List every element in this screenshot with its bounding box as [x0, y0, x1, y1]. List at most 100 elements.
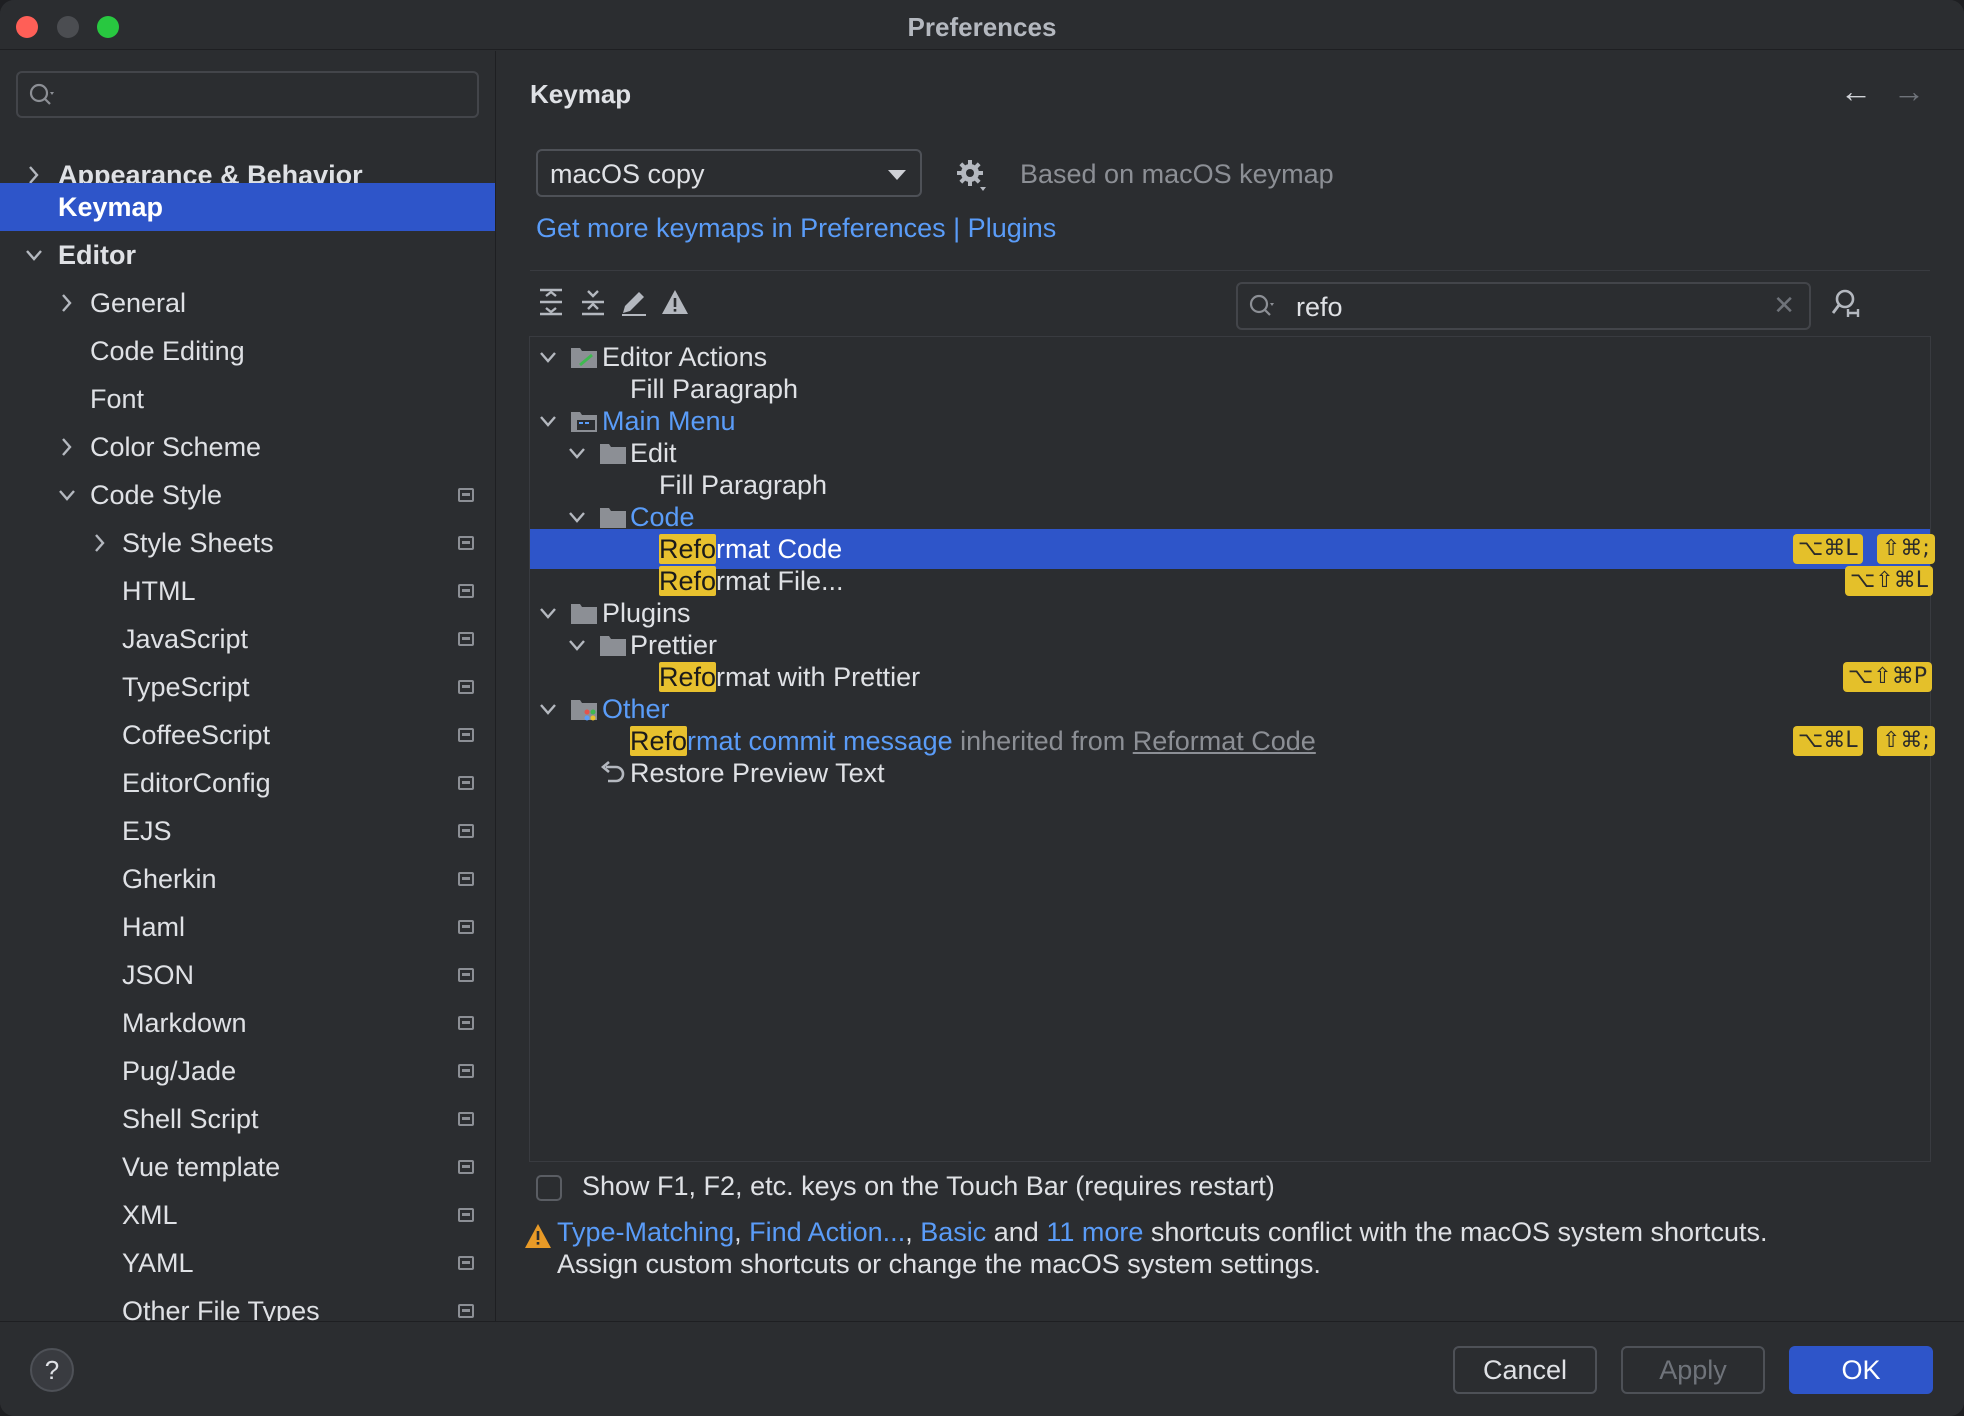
conflict-link-find-action[interactable]: Find Action...: [749, 1217, 905, 1247]
shortcut-badge: ⇧⌘;: [1877, 726, 1935, 756]
find-by-shortcut-icon[interactable]: [1830, 287, 1862, 319]
help-button[interactable]: ?: [30, 1348, 74, 1392]
ok-button[interactable]: OK: [1789, 1346, 1933, 1394]
project-settings-icon: [458, 1016, 474, 1030]
sidebar-item-color-scheme[interactable]: Color Scheme: [0, 423, 495, 471]
sidebar-item-label: Markdown: [122, 1008, 247, 1038]
project-settings-icon: [458, 1304, 474, 1318]
sidebar-item-editor[interactable]: Editor: [0, 231, 495, 279]
back-arrow-icon[interactable]: ←: [1840, 73, 1872, 110]
shortcut-badge: ⌥⇧⌘P: [1843, 662, 1933, 692]
project-settings-icon: [458, 1064, 474, 1078]
sidebar-item-general[interactable]: General: [0, 279, 495, 327]
chevron-right-icon: [62, 438, 72, 456]
keymap-select[interactable]: macOS copy: [536, 149, 922, 197]
sidebar-item-label: Color Scheme: [90, 432, 262, 462]
sidebar-item-keymap[interactable]: Keymap: [0, 183, 495, 231]
sidebar-item-yaml[interactable]: YAML: [0, 1239, 495, 1287]
collapse-all-icon[interactable]: [578, 287, 608, 317]
dialog-footer: ? Cancel Apply OK: [0, 1321, 1964, 1416]
sidebar-item-json[interactable]: JSON: [0, 951, 495, 999]
search-icon: [1249, 294, 1274, 316]
folder-icon: [571, 604, 597, 624]
shortcut-badge: ⇧⌘;: [1877, 534, 1935, 564]
expand-all-icon[interactable]: [536, 287, 566, 317]
sidebar-item-label: Keymap: [58, 192, 164, 222]
main-menu-folder-icon: [571, 412, 597, 432]
chevron-down-icon: [26, 250, 42, 261]
sidebar-item-label: Code Style: [90, 480, 223, 510]
page-title: Keymap: [530, 79, 632, 109]
project-settings-icon: [458, 968, 474, 982]
project-settings-icon: [458, 632, 474, 646]
sidebar-item-html[interactable]: HTML: [0, 567, 495, 615]
sidebar-item-label: HTML: [122, 576, 196, 606]
sidebar-item-xml[interactable]: XML: [0, 1191, 495, 1239]
conflicts-warning-icon[interactable]: [660, 287, 690, 317]
sidebar-item-code-style[interactable]: Code Style: [0, 471, 495, 519]
project-settings-icon: [458, 728, 474, 742]
edit-shortcut-icon[interactable]: [619, 287, 649, 317]
sidebar-item-gherkin[interactable]: Gherkin: [0, 855, 495, 903]
sidebar-item-vue-template[interactable]: Vue template: [0, 1143, 495, 1191]
sidebar-item-coffeescript[interactable]: CoffeeScript: [0, 711, 495, 759]
project-settings-icon: [458, 824, 474, 838]
warning-icon: [525, 1224, 551, 1248]
shortcut-badge: ⌥⌘L: [1793, 726, 1863, 756]
tree-row-label: Restore Preview Text: [630, 758, 885, 788]
get-more-keymaps-link[interactable]: Get more keymaps in Preferences | Plugin…: [536, 213, 1056, 244]
sidebar-item-other-file-types[interactable]: Other File Types: [0, 1287, 495, 1321]
project-settings-icon: [458, 680, 474, 694]
warning-line-1: Type-Matching, Find Action..., Basic and…: [557, 1217, 1768, 1247]
sidebar-item-label: Code Editing: [90, 336, 245, 366]
conflict-link-type-matching[interactable]: Type-Matching: [557, 1217, 734, 1247]
sidebar-item-label: Other File Types: [122, 1296, 320, 1321]
sidebar-item-label: Pug/Jade: [122, 1056, 237, 1086]
project-settings-icon: [458, 920, 474, 934]
sidebar-item-shell-script[interactable]: Shell Script: [0, 1095, 495, 1143]
touchbar-checkbox[interactable]: [536, 1175, 562, 1201]
gear-icon[interactable]: [954, 157, 990, 193]
search-match-highlight: Refo: [659, 534, 717, 564]
touchbar-label: Show F1, F2, etc. keys on the Touch Bar …: [582, 1171, 1275, 1201]
sidebar-item-label: General: [90, 288, 187, 318]
project-settings-icon: [458, 1256, 474, 1270]
sidebar-item-label: Editor: [58, 240, 136, 270]
sidebar-item-pug-jade[interactable]: Pug/Jade: [0, 1047, 495, 1095]
shortcut-badge: ⌥⌘L: [1793, 534, 1863, 564]
search-match-highlight: Refo: [659, 662, 717, 692]
cancel-button[interactable]: Cancel: [1453, 1346, 1597, 1394]
sidebar-search-input[interactable]: [16, 71, 479, 118]
project-settings-icon: [458, 1160, 474, 1174]
keymap-panel: Keymap ← → macOS copy Based on macOS key…: [497, 51, 1964, 1321]
sidebar-item-markdown[interactable]: Markdown: [0, 999, 495, 1047]
sidebar-item-typescript[interactable]: TypeScript: [0, 663, 495, 711]
project-settings-icon: [458, 872, 474, 886]
conflict-link-basic[interactable]: Basic: [920, 1217, 986, 1247]
search-match-highlight: Refo: [659, 566, 717, 596]
clear-search-icon[interactable]: ✕: [1773, 290, 1795, 321]
inherited-source-link[interactable]: Reformat Code: [1133, 726, 1316, 756]
forward-arrow-icon[interactable]: →: [1893, 73, 1925, 110]
project-settings-icon: [458, 1208, 474, 1222]
tree-row-restore-preview-text[interactable]: Restore Preview Text: [530, 753, 1930, 793]
sidebar-item-font[interactable]: Font: [0, 375, 495, 423]
chevron-right-icon: [95, 534, 105, 552]
sidebar-item-editorconfig[interactable]: EditorConfig: [0, 759, 495, 807]
sidebar-item-label: TypeScript: [122, 672, 250, 702]
chevron-right-icon: [62, 294, 72, 312]
other-folder-icon: [571, 700, 597, 721]
sidebar-item-javascript[interactable]: JavaScript: [0, 615, 495, 663]
sidebar-item-label: Vue template: [122, 1152, 281, 1182]
sidebar-item-style-sheets[interactable]: Style Sheets: [0, 519, 495, 567]
editor-actions-folder-icon: [571, 348, 597, 368]
preferences-window: Preferences Appearance & Behavior Keymap…: [0, 0, 1964, 1416]
folder-icon: [600, 508, 626, 528]
sidebar-item-haml[interactable]: Haml: [0, 903, 495, 951]
apply-button[interactable]: Apply: [1621, 1346, 1765, 1394]
action-search-input[interactable]: refo ✕: [1236, 282, 1811, 330]
keymap-actions-tree: Editor Actions Fill Paragraph Main Menu …: [529, 336, 1935, 1162]
sidebar-item-ejs[interactable]: EJS: [0, 807, 495, 855]
sidebar-item-code-editing[interactable]: Code Editing: [0, 327, 495, 375]
conflict-link-more[interactable]: 11 more: [1046, 1217, 1143, 1247]
